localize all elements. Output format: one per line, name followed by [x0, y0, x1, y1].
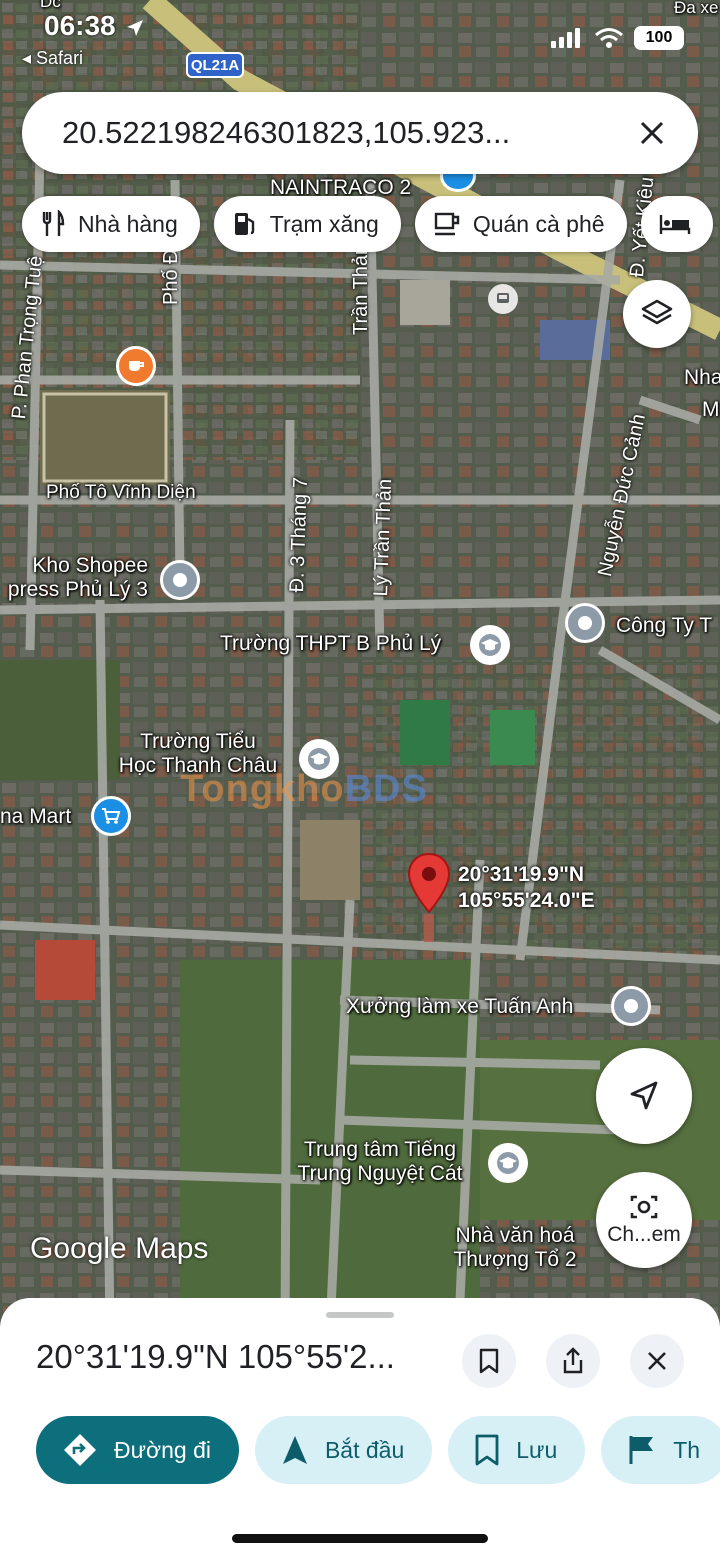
- map-label-xuong: Xưởng làm xe Tuấn Anh: [346, 995, 574, 1018]
- save-button[interactable]: Lưu: [448, 1416, 586, 1484]
- map-label-kho-shopee: Kho Shopee press Phủ Lý 3: [7, 554, 148, 602]
- school-icon[interactable]: [488, 1143, 528, 1183]
- directions-label: Đường đi: [114, 1436, 211, 1463]
- back-to-safari[interactable]: ◂ Safari: [22, 48, 83, 69]
- search-bar[interactable]: 20.522198246301823,105.923...: [22, 92, 698, 174]
- street-label-3-thang-7: Đ. 3 Tháng 7: [286, 476, 313, 593]
- place-bottom-sheet[interactable]: 20°31'19.9"N 105°55'2... Đường đi Bắt đầ…: [0, 1298, 720, 1559]
- chip-gas-stations[interactable]: Trạm xăng: [213, 196, 401, 252]
- navigation-arrow-icon: [630, 1081, 658, 1110]
- label-button[interactable]: Th: [601, 1416, 720, 1484]
- signal-icon: [551, 28, 580, 48]
- clear-search-button[interactable]: [632, 113, 672, 153]
- status-time: 06:38: [44, 10, 145, 42]
- coffee-icon[interactable]: [116, 346, 156, 386]
- place-title: 20°31'19.9"N 105°55'2...: [36, 1338, 395, 1375]
- layers-button[interactable]: [623, 280, 691, 348]
- action-buttons: Đường đi Bắt đầu Lưu Th: [36, 1416, 720, 1484]
- bookmark-icon: [479, 1348, 499, 1374]
- sheet-drag-handle[interactable]: [326, 1312, 394, 1318]
- shopping-cart-icon[interactable]: [91, 796, 131, 836]
- bookmark-icon: [475, 1434, 499, 1466]
- chip-label: Nhà hàng: [78, 210, 178, 237]
- save-place-button[interactable]: [462, 1334, 516, 1388]
- share-button[interactable]: [546, 1334, 600, 1388]
- location-arrow-icon: [127, 19, 144, 36]
- close-icon: [648, 1352, 666, 1370]
- battery-indicator: 100: [634, 26, 684, 50]
- street-label-tran-than: Trần Thản: [350, 243, 372, 335]
- google-maps-logo: Google Maps: [30, 1232, 209, 1265]
- search-area-button[interactable]: Ch...em: [596, 1172, 692, 1268]
- map-label-da-xe: Đa xe: [674, 0, 719, 17]
- layers-icon: [641, 299, 673, 325]
- route-shield: QL21A: [186, 52, 244, 78]
- location-pin-icon[interactable]: [406, 852, 452, 944]
- map-label-nha-van-hoa: Nhà văn hoá Thượng Tổ 2: [453, 1224, 577, 1272]
- map-label-edge-nha: Nha: [684, 366, 720, 389]
- poi-marker-cong-ty[interactable]: [565, 603, 605, 643]
- map-label-truong-thpt: Trường THPT B Phủ Lý: [220, 632, 442, 655]
- chip-restaurants[interactable]: Nhà hàng: [22, 196, 200, 252]
- home-indicator[interactable]: [232, 1534, 488, 1543]
- chip-label: Trạm xăng: [269, 210, 379, 237]
- map-label-cong-ty: Công Ty T: [616, 614, 713, 637]
- map-label-trung-tam: Trung tâm Tiếng Trung Nguyệt Cát: [297, 1138, 463, 1186]
- share-icon: [563, 1347, 583, 1374]
- directions-icon: [64, 1434, 96, 1466]
- directions-button[interactable]: Đường đi: [36, 1416, 239, 1484]
- poi-marker-xuong[interactable]: [611, 986, 651, 1026]
- pin-coordinates: 20°31'19.9"N 105°55'24.0"E: [458, 863, 595, 913]
- my-location-button[interactable]: [596, 1048, 692, 1144]
- status-indicators: 100: [550, 26, 684, 50]
- map-label-pho-to-vinh-dien: Phố Tô Vĩnh Diện: [46, 482, 196, 503]
- chip-hotels[interactable]: [640, 196, 713, 252]
- close-icon: [640, 121, 664, 145]
- map-label-mart: na Mart: [0, 805, 72, 828]
- label-label: Th: [673, 1436, 701, 1463]
- wifi-icon: [595, 28, 623, 48]
- category-chips: Nhà hàng Trạm xăng Quán cà phê: [22, 196, 713, 252]
- watermark: TongkhoBDS: [180, 768, 428, 810]
- restaurant-icon: [42, 210, 65, 236]
- search-area-label: Ch...em: [607, 1223, 681, 1246]
- chip-label: Quán cà phê: [472, 210, 605, 237]
- start-arrow-icon: [282, 1436, 307, 1464]
- poi-marker-shopee[interactable]: [160, 560, 200, 600]
- search-query[interactable]: 20.522198246301823,105.923...: [62, 115, 632, 151]
- map-label-edge-m: M: [702, 398, 720, 421]
- street-label-ly-tran-than: Lý Trần Thản: [370, 478, 397, 597]
- hotel-icon: [659, 215, 690, 234]
- start-button[interactable]: Bắt đầu: [254, 1416, 433, 1484]
- close-sheet-button[interactable]: [630, 1334, 684, 1388]
- gas-station-icon: [234, 213, 254, 235]
- bus-stop-icon[interactable]: [488, 284, 518, 314]
- chip-coffee[interactable]: Quán cà phê: [414, 196, 627, 252]
- camera-search-icon: [630, 1195, 658, 1219]
- coffee-icon: [434, 212, 460, 236]
- start-label: Bắt đầu: [324, 1436, 405, 1463]
- flag-icon: [629, 1436, 654, 1464]
- save-label: Lưu: [516, 1436, 558, 1463]
- school-icon[interactable]: [470, 625, 510, 665]
